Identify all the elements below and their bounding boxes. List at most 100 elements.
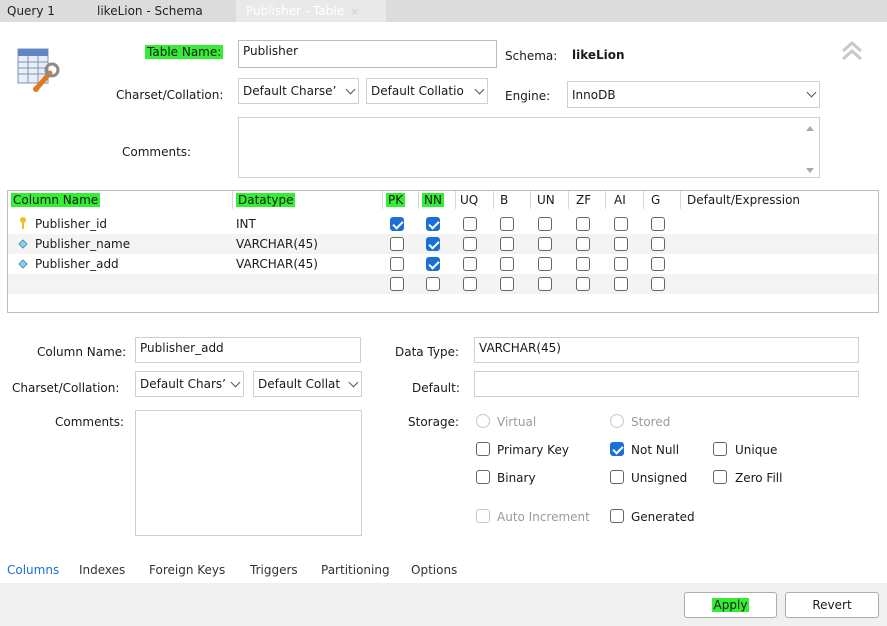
engine-select[interactable]: InnoDB [567,81,820,108]
tab-options[interactable]: Options [411,563,457,577]
binary-checkbox[interactable] [476,470,490,484]
pk-checkbox[interactable] [390,257,404,271]
unique-checkbox[interactable] [713,442,727,456]
col-header-un[interactable]: UN [537,191,555,209]
un-checkbox[interactable] [538,257,552,271]
nn-checkbox[interactable] [426,257,440,271]
col-header-datatype[interactable]: Datatype [236,191,296,209]
col-header-g[interactable]: G [651,191,660,209]
un-checkbox[interactable] [538,237,552,251]
col-header-default[interactable]: Default/Expression [687,191,800,209]
table-row[interactable]: Publisher_add VARCHAR(45) [8,254,878,274]
tab-query-1[interactable]: Query 1 [7,0,55,22]
pk-checkbox[interactable] [390,217,404,231]
data-type-input[interactable]: VARCHAR(45) [474,337,859,363]
schema-label: Schema: [505,49,558,63]
apply-button[interactable]: Apply [684,592,777,618]
table-name-label: Table Name: [145,45,224,59]
g-checkbox[interactable] [651,277,665,291]
table-row[interactable]: Publisher_id INT [8,214,878,234]
schema-value: likeLion [572,48,625,62]
b-checkbox[interactable] [500,257,514,271]
g-checkbox[interactable] [651,217,665,231]
uq-checkbox[interactable] [463,237,477,251]
comments-scrollbar[interactable] [801,118,819,177]
zf-checkbox[interactable] [576,257,590,271]
datatype-cell[interactable]: INT [236,214,256,234]
primary-key-checkbox[interactable] [476,442,490,456]
pk-checkbox[interactable] [390,277,404,291]
nn-checkbox[interactable] [426,217,440,231]
column-charset-select[interactable]: Default Chars’ [135,371,244,397]
table-charset-select[interactable]: Default Charse’ [238,78,359,104]
table-editor-icon [16,45,62,95]
b-checkbox[interactable] [500,217,514,231]
tab-partitioning[interactable]: Partitioning [321,563,390,577]
auto-increment-checkbox[interactable] [476,509,490,523]
col-header-uq[interactable]: UQ [460,191,478,209]
nn-checkbox[interactable] [426,237,440,251]
chevron-down-icon [806,87,817,98]
ai-checkbox[interactable] [614,277,628,291]
un-checkbox[interactable] [538,217,552,231]
zero-fill-label: Zero Fill [735,471,783,485]
datatype-cell[interactable]: VARCHAR(45) [236,254,318,274]
column-name-cell[interactable]: Publisher_id [35,214,107,234]
ai-checkbox[interactable] [614,257,628,271]
un-checkbox[interactable] [538,277,552,291]
pk-checkbox[interactable] [390,237,404,251]
column-name-cell[interactable]: Publisher_name [35,234,130,254]
default-input[interactable] [474,371,859,397]
virtual-radio[interactable] [476,414,490,428]
not-null-label: Not Null [631,443,680,457]
table-collation-select[interactable]: Default Collatio [366,78,488,104]
tab-triggers[interactable]: Triggers [250,563,298,577]
uq-checkbox[interactable] [463,217,477,231]
tab-publisher-table[interactable]: Publisher - Table × [236,0,386,22]
col-header-zf[interactable]: ZF [576,191,591,209]
table-name-input[interactable]: Publisher [238,40,497,68]
col-header-pk[interactable]: PK [386,191,406,209]
uq-checkbox[interactable] [463,257,477,271]
column-collation-select[interactable]: Default Collat [253,371,362,397]
not-null-checkbox[interactable] [610,442,624,456]
table-row[interactable] [8,274,878,294]
g-checkbox[interactable] [651,257,665,271]
unsigned-checkbox[interactable] [610,470,624,484]
unique-label: Unique [735,443,778,457]
engine-value: InnoDB [572,87,616,102]
stored-radio[interactable] [610,414,624,428]
generated-checkbox[interactable] [610,509,624,523]
table-row[interactable]: Publisher_name VARCHAR(45) [8,234,878,254]
zf-checkbox[interactable] [576,217,590,231]
col-header-b[interactable]: B [500,191,508,209]
table-comments-textarea[interactable] [238,117,820,178]
zf-checkbox[interactable] [576,237,590,251]
generated-label: Generated [631,510,695,524]
column-name-input[interactable]: Publisher_add [135,337,361,363]
table-collation-value: Default Collatio [371,84,464,98]
column-comments-textarea[interactable] [135,410,362,536]
tab-likelion-schema[interactable]: likeLion - Schema [97,0,203,22]
uq-checkbox[interactable] [463,277,477,291]
nn-checkbox[interactable] [426,277,440,291]
column-name-cell[interactable]: Publisher_add [35,254,119,274]
tab-columns[interactable]: Columns [7,563,59,577]
datatype-cell[interactable]: VARCHAR(45) [236,234,318,254]
ai-checkbox[interactable] [614,237,628,251]
table-comments-label: Comments: [122,145,192,159]
col-header-nn[interactable]: NN [422,191,444,209]
zf-checkbox[interactable] [576,277,590,291]
tab-indexes[interactable]: Indexes [79,563,125,577]
zero-fill-checkbox[interactable] [713,470,727,484]
collapse-chevron-icon[interactable] [840,40,864,62]
ai-checkbox[interactable] [614,217,628,231]
b-checkbox[interactable] [500,277,514,291]
g-checkbox[interactable] [651,237,665,251]
col-header-name[interactable]: Column Name [11,191,101,209]
b-checkbox[interactable] [500,237,514,251]
revert-button[interactable]: Revert [785,592,879,618]
col-header-ai[interactable]: AI [614,191,626,209]
tab-foreign-keys[interactable]: Foreign Keys [149,563,225,577]
close-icon[interactable]: × [350,5,359,18]
